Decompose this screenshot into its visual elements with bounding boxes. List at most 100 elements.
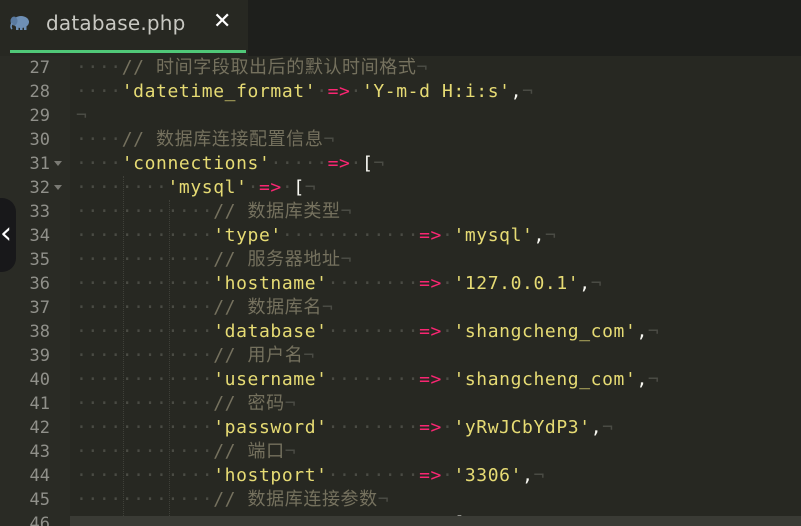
code-text: ············// 端口¬ — [76, 440, 296, 464]
line-number: 36 — [29, 274, 50, 294]
string-token: 'mysql' — [453, 225, 534, 246]
code-editor[interactable]: 27 ····// 时间字段取出后的默认时间格式¬ 28 ····'datetime_… — [0, 56, 801, 526]
code-text: ············'database'········=>·'shangc… — [76, 320, 659, 344]
line-end-marker: ¬ — [647, 321, 660, 342]
string-token: 'database' — [213, 321, 328, 342]
whitespace-marker: ············ — [76, 489, 214, 510]
whitespace-marker: · — [350, 81, 362, 102]
operator-token: => — [419, 321, 442, 342]
whitespace-marker: ············ — [76, 225, 214, 246]
punctuation-token: [ — [361, 153, 374, 174]
whitespace-marker: · — [442, 321, 454, 342]
line-end-marker: ¬ — [647, 369, 660, 390]
whitespace-marker: ········ — [327, 321, 420, 342]
code-line[interactable]: 33 ············// 数据库类型¬ — [0, 200, 801, 224]
code-line[interactable]: 34 ············'type'············=>·'mysq… — [0, 224, 801, 248]
indent-guide — [123, 176, 124, 526]
code-text: ····// 数据库连接配置信息¬ — [76, 128, 335, 152]
line-number: 45 — [29, 490, 50, 510]
whitespace-marker: ········ — [327, 465, 420, 486]
code-line[interactable]: 31 ····'connections'·····=>·[¬ — [0, 152, 801, 176]
whitespace-marker: ············ — [76, 249, 214, 270]
code-line[interactable]: 42 ············'password'········=>·'yRwJ… — [0, 416, 801, 440]
whitespace-marker: ···· — [270, 153, 317, 174]
code-line[interactable]: 41 ············// 密码¬ — [0, 392, 801, 416]
code-line[interactable]: 39 ············// 用户名¬ — [0, 344, 801, 368]
code-line[interactable]: 38 ············'database'········=>·'shan… — [0, 320, 801, 344]
code-line[interactable]: 35 ············// 服务器地址¬ — [0, 248, 801, 272]
whitespace-marker: ············ — [76, 273, 214, 294]
code-line[interactable]: 32 ········'mysql'·=>·[¬ — [0, 176, 801, 200]
code-line[interactable]: 36 ············'hostname'········=>·'127.… — [0, 272, 801, 296]
whitespace-marker: · — [316, 153, 328, 174]
line-end-marker: ¬ — [304, 177, 317, 198]
whitespace-marker: ············ — [76, 201, 214, 222]
whitespace-marker: ···· — [76, 153, 122, 174]
code-text: ············'hostport'········=>·'3306',… — [76, 464, 545, 488]
line-end-marker: ¬ — [321, 297, 334, 318]
operator-token: => — [419, 273, 442, 294]
string-token: 'datetime_format' — [121, 81, 317, 102]
string-token: 'yRwJCbYdP3' — [453, 417, 591, 438]
back-arrow-button[interactable]: ‹ — [0, 198, 16, 272]
code-text: ············// 服务器地址¬ — [76, 248, 352, 272]
elephant-php-icon — [10, 14, 32, 32]
code-line[interactable]: 45 ············// 数据库连接参数¬ — [0, 488, 801, 512]
line-number: 31 — [29, 154, 50, 174]
code-text: ············// 用户名¬ — [76, 344, 315, 368]
string-token: 'username' — [213, 369, 328, 390]
string-token: 'Y-m-d H:i:s' — [361, 81, 511, 102]
tab-database-php[interactable]: database.php ✕ — [0, 0, 248, 56]
tab-close-icon[interactable]: ✕ — [213, 9, 231, 34]
line-end-marker: ¬ — [340, 201, 352, 222]
code-text: ············// 密码¬ — [76, 392, 296, 416]
code-line[interactable]: 40 ············'username'········=>·'shan… — [0, 368, 801, 392]
string-token: 'connections' — [121, 153, 271, 174]
whitespace-marker: ········ — [327, 273, 420, 294]
whitespace-marker: ···· — [76, 129, 122, 150]
line-end-marker: ¬ — [284, 441, 297, 462]
code-text: ············'username'········=>·'shangc… — [76, 368, 659, 392]
code-line[interactable]: 27 ····// 时间字段取出后的默认时间格式¬ — [0, 56, 801, 80]
whitespace-marker: ············ — [76, 465, 214, 486]
line-end-marker: ¬ — [373, 153, 385, 174]
line-number: 28 — [29, 82, 50, 102]
line-number: 27 — [29, 58, 50, 78]
whitespace-marker: ···· — [76, 81, 122, 102]
comment-token: // 密码 — [213, 393, 285, 414]
string-token: 'shangcheng_com' — [453, 369, 637, 390]
code-line[interactable]: 30 ····// 数据库连接配置信息¬ — [0, 128, 801, 152]
fold-arrow-icon[interactable] — [54, 161, 62, 166]
line-number: 38 — [29, 322, 50, 342]
line-end-marker: ¬ — [533, 465, 545, 486]
code-line[interactable]: 43 ············// 端口¬ — [0, 440, 801, 464]
line-end-marker: ¬ — [416, 57, 428, 78]
string-token: 'hostport' — [213, 465, 328, 486]
line-end-marker: ¬ — [76, 105, 88, 126]
string-token: '127.0.0.1' — [453, 273, 580, 294]
string-token: '3306' — [453, 465, 523, 486]
chevron-left-icon: ‹ — [0, 216, 12, 251]
string-token: 'hostname' — [213, 273, 328, 294]
code-line[interactable]: 28 ····'datetime_format'·=>·'Y-m-d H:i:s'… — [0, 80, 801, 104]
horizontal-scrollbar[interactable] — [70, 516, 801, 526]
whitespace-marker: · — [316, 81, 328, 102]
string-token: 'type' — [213, 225, 282, 246]
line-end-marker: ¬ — [323, 129, 335, 150]
string-token: 'password' — [213, 417, 328, 438]
fold-arrow-icon[interactable] — [54, 185, 62, 190]
line-number: 46 — [29, 514, 50, 526]
code-line[interactable]: 44 ············'hostport'········=>·'3306… — [0, 464, 801, 488]
code-line[interactable]: 29 ¬ — [0, 104, 801, 128]
line-number: 30 — [29, 130, 50, 150]
code-text: ············// 数据库类型¬ — [76, 200, 352, 224]
code-line[interactable]: 37 ············// 数据库名¬ — [0, 296, 801, 320]
line-end-marker: ¬ — [522, 81, 534, 102]
punctuation-token: , — [522, 465, 534, 486]
comment-token: // 数据库连接配置信息 — [121, 129, 324, 150]
indent-guide — [169, 200, 170, 526]
comment-token: // 数据库连接参数 — [213, 489, 378, 510]
whitespace-marker: · — [442, 369, 454, 390]
operator-token: => — [419, 225, 442, 246]
comment-token: // 数据库类型 — [213, 201, 341, 222]
